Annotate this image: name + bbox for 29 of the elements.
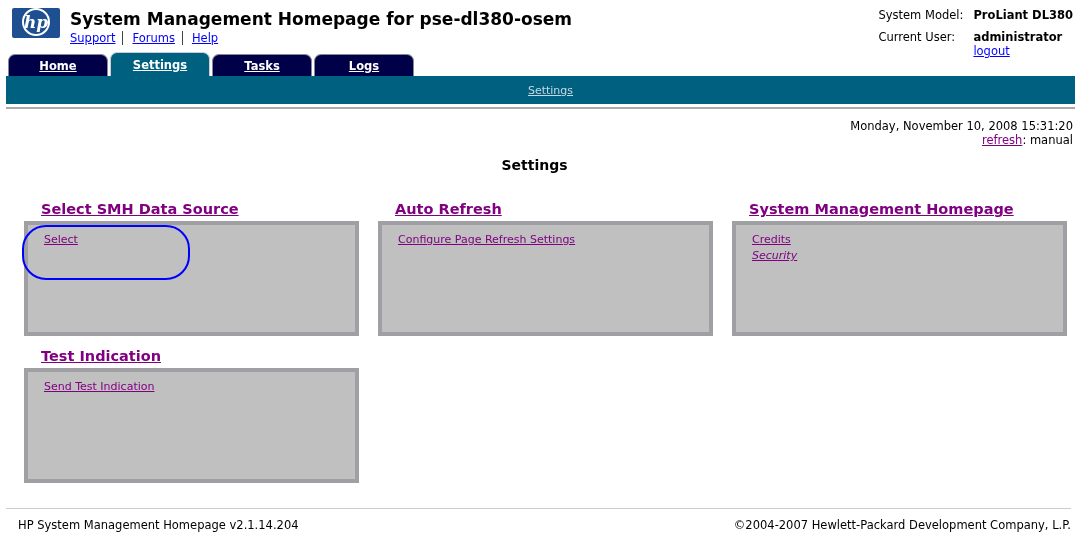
version-text: HP System Management Homepage v2.1.14.204 — [18, 518, 299, 532]
page-title: Settings — [500, 156, 569, 175]
header-link[interactable]: Forums — [132, 31, 175, 45]
nav-tab[interactable]: Settings — [110, 52, 210, 76]
nav-tab[interactable]: Home — [8, 54, 108, 76]
nav-tab[interactable]: Logs — [314, 54, 414, 76]
copyright-text: ©2004-2007 Hewlett-Packard Development Company, L.P. — [733, 518, 1071, 532]
info-value: administrator — [973, 30, 1063, 44]
page-header-title: System Management Homepage for pse-dl380-osem — [70, 8, 573, 30]
panel-link[interactable]: Configure Page Refresh Settings — [398, 232, 576, 248]
info-label: Current User: — [878, 30, 957, 46]
info-label: System Model: — [878, 8, 964, 22]
panel-link[interactable]: Select — [44, 232, 78, 248]
panel-link[interactable]: Security — [752, 248, 798, 264]
logout-link[interactable]: logout — [973, 44, 1073, 58]
section-title-link[interactable]: Test Indication — [41, 348, 359, 365]
info-value: ProLiant DL380 — [973, 8, 1073, 22]
section-title-link[interactable]: Select SMH Data Source — [41, 201, 359, 218]
header-link[interactable]: Help — [191, 31, 219, 45]
panel-link[interactable]: Credits — [752, 232, 791, 248]
refresh-mode: : manual — [1022, 133, 1073, 147]
section-title-link[interactable]: System Management Homepage — [749, 201, 1067, 218]
nav-tab[interactable]: Tasks — [212, 54, 312, 76]
timestamp: Monday, November 10, 2008 15:31:20 — [849, 119, 1073, 133]
hp-logo: hp — [12, 8, 60, 38]
header-link[interactable]: Support — [70, 31, 116, 45]
panel-link[interactable]: Send Test Indication — [44, 379, 155, 395]
section-title-link[interactable]: Auto Refresh — [395, 201, 713, 218]
subnav-link[interactable]: Settings — [527, 83, 574, 97]
